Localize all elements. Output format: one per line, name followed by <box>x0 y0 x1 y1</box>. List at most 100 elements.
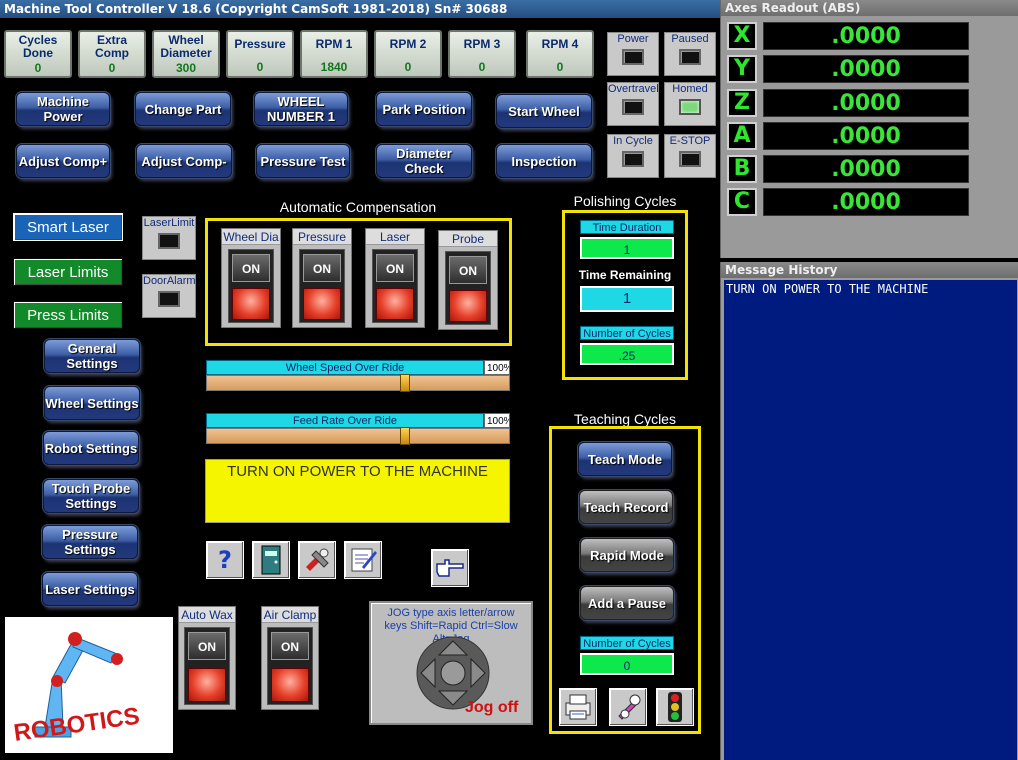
indicator-label: Paused <box>671 33 709 45</box>
status-value: 0 <box>556 60 564 74</box>
time-remaining-label: Time Remaining <box>578 268 672 282</box>
laser-toggle[interactable]: Laser ON <box>365 228 425 328</box>
on-button[interactable]: ON <box>303 254 341 282</box>
time-remaining-value: 1 <box>580 286 674 312</box>
auto-comp-title: Automatic Compensation <box>279 199 437 215</box>
general-settings-button[interactable]: General Settings <box>44 339 140 373</box>
power-indicator: Power <box>607 32 659 76</box>
status-cycles-done: Cycles Done 0 <box>4 30 72 78</box>
time-duration-value[interactable]: 1 <box>580 237 674 259</box>
estop-led-icon <box>679 151 701 167</box>
toggle-label: Auto Wax <box>179 607 235 623</box>
adjust-comp-minus-button[interactable]: Adjust Comp- <box>136 144 232 178</box>
door-button[interactable] <box>252 541 290 579</box>
on-button[interactable]: ON <box>376 254 414 282</box>
status-lamp-icon <box>449 290 487 322</box>
axis-letter[interactable]: A <box>727 122 757 150</box>
traffic-light-icon <box>668 692 682 722</box>
start-wheel-button[interactable]: Start Wheel <box>496 94 592 128</box>
status-rpm-2: RPM 2 0 <box>374 30 442 78</box>
tools-icon <box>306 548 329 571</box>
change-part-button[interactable]: Change Part <box>135 92 231 126</box>
status-value: 1840 <box>320 60 348 74</box>
add-pause-button[interactable]: Add a Pause <box>580 586 674 620</box>
wheel-number-button[interactable]: WHEEL NUMBER 1 <box>254 92 348 126</box>
axis-letter[interactable]: B <box>727 155 757 183</box>
slider-thumb[interactable] <box>399 374 410 392</box>
notepad-edit-icon <box>351 548 377 572</box>
touch-probe-settings-button[interactable]: Touch Probe Settings <box>43 479 139 513</box>
teach-record-button[interactable]: Teach Record <box>579 490 673 524</box>
axis-value: .0000 <box>763 188 969 216</box>
pressure-toggle[interactable]: Pressure ON <box>292 228 352 328</box>
wheel-dia-toggle[interactable]: Wheel Dia ON <box>221 228 281 328</box>
smart-laser-button[interactable]: Smart Laser <box>13 213 123 241</box>
polish-num-cycles-value[interactable]: .25 <box>580 343 674 365</box>
power-led-icon <box>622 49 644 65</box>
inspection-button[interactable]: Inspection <box>496 144 592 178</box>
polish-num-cycles-label: Number of Cycles <box>580 326 674 340</box>
robot-settings-button[interactable]: Robot Settings <box>43 431 139 465</box>
status-value: 0 <box>108 61 116 75</box>
edit-button[interactable] <box>344 541 382 579</box>
axis-row-a: A .0000 <box>727 122 977 152</box>
wrench-pencil-icon <box>618 694 641 720</box>
jog-hand-button[interactable] <box>431 549 469 587</box>
wheel-settings-button[interactable]: Wheel Settings <box>44 386 140 420</box>
park-position-button[interactable]: Park Position <box>376 92 472 126</box>
air-clamp-toggle[interactable]: Air Clamp ON <box>261 606 319 710</box>
on-button[interactable]: ON <box>449 256 487 284</box>
wheel-speed-slider[interactable] <box>206 374 510 392</box>
axis-row-z: Z .0000 <box>727 89 977 119</box>
pointing-hand-icon <box>436 559 464 577</box>
machine-power-button[interactable]: Machine Power <box>16 92 110 126</box>
feed-rate-label: Feed Rate Over Ride <box>206 413 484 428</box>
press-limits-button[interactable]: Press Limits <box>13 301 123 329</box>
program-tools-button[interactable] <box>609 688 647 726</box>
teach-mode-button[interactable]: Teach Mode <box>578 442 672 476</box>
adjust-comp-plus-button[interactable]: Adjust Comp+ <box>16 144 110 178</box>
help-button[interactable]: ? <box>206 541 244 579</box>
teach-num-cycles-value[interactable]: 0 <box>580 653 674 675</box>
overtravel-indicator: Overtravel <box>607 82 659 126</box>
indicator-label: DoorAlarm <box>143 275 196 287</box>
in-cycle-led-icon <box>622 151 644 167</box>
rapid-mode-button[interactable]: Rapid Mode <box>580 538 674 572</box>
feed-rate-pct: 100% <box>484 413 510 428</box>
probe-toggle[interactable]: Probe ON <box>438 230 498 330</box>
on-button[interactable]: ON <box>271 632 309 660</box>
axis-letter[interactable]: Z <box>727 89 757 117</box>
toggle-label: Pressure <box>293 229 351 245</box>
status-label: Extra Comp <box>95 33 129 60</box>
traffic-light-button[interactable] <box>656 688 694 726</box>
message-history-panel: Message History TURN ON POWER TO THE MAC… <box>720 262 1018 760</box>
teaching-title: Teaching Cycles <box>574 411 676 427</box>
in-cycle-indicator: In Cycle <box>607 134 659 178</box>
jog-panel: JOG type axis letter/arrow keys Shift=Ra… <box>369 601 533 725</box>
auto-wax-toggle[interactable]: Auto Wax ON <box>178 606 236 710</box>
homed-led-icon <box>679 99 701 115</box>
status-wheel-diameter: Wheel Diameter 300 <box>152 30 220 78</box>
axis-letter[interactable]: X <box>727 22 757 50</box>
laser-limits-button[interactable]: Laser Limits <box>13 258 123 286</box>
status-label: Pressure <box>234 37 286 51</box>
slider-thumb[interactable] <box>399 427 410 445</box>
on-button[interactable]: ON <box>232 254 270 282</box>
save-program-button[interactable] <box>559 688 597 726</box>
status-rpm-1: RPM 1 1840 <box>300 30 368 78</box>
pressure-test-button[interactable]: Pressure Test <box>256 144 350 178</box>
toggle-label: Probe <box>439 231 497 247</box>
diameter-check-button[interactable]: Diameter Check <box>376 144 472 178</box>
pressure-settings-button[interactable]: Pressure Settings <box>42 525 138 559</box>
laser-settings-button[interactable]: Laser Settings <box>42 572 138 606</box>
axis-letter[interactable]: C <box>727 188 757 216</box>
status-value: 0 <box>478 60 486 74</box>
message-history-list[interactable]: TURN ON POWER TO THE MACHINE <box>724 280 1017 760</box>
axis-letter[interactable]: Y <box>727 55 757 83</box>
indicator-label: Overtravel <box>608 83 659 95</box>
on-button[interactable]: ON <box>188 632 226 660</box>
door-alarm-led-icon <box>158 291 180 307</box>
robotics-logo: ROBOTICS <box>5 617 173 753</box>
tools-button[interactable] <box>298 541 336 579</box>
feed-rate-slider[interactable] <box>206 427 510 445</box>
